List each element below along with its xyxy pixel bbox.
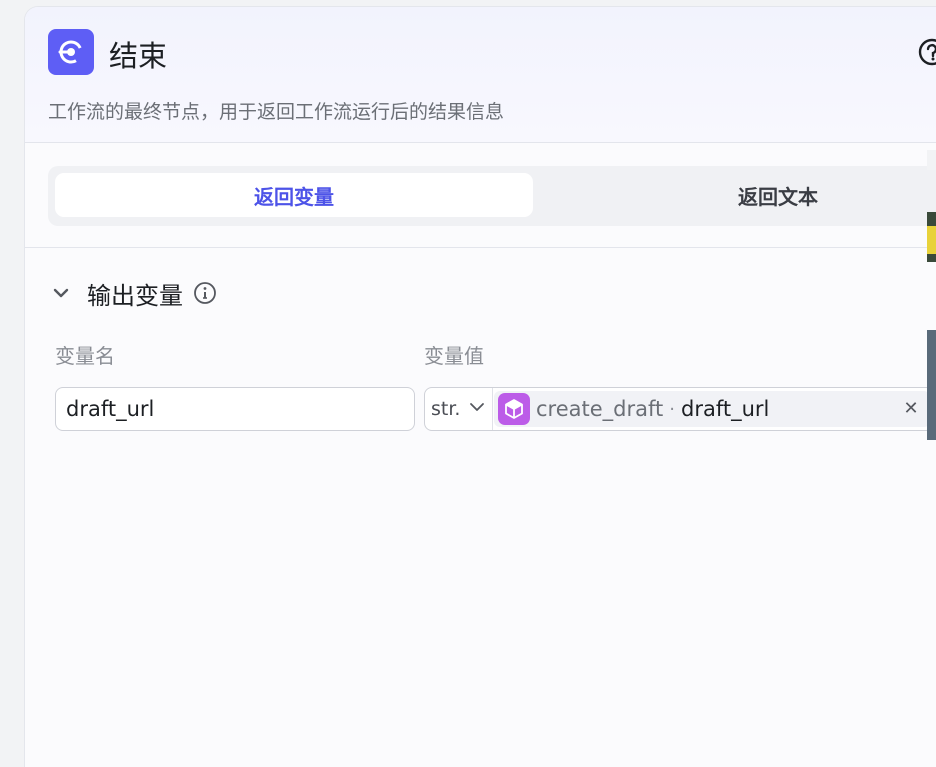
tab-return-variables[interactable]: 返回变量: [55, 173, 533, 217]
variable-name-input[interactable]: draft_url: [55, 387, 415, 431]
page-title: 结束: [109, 39, 168, 73]
output-section-header[interactable]: 输出变量: [49, 275, 217, 311]
end-node-icon: [48, 29, 94, 75]
question-icon[interactable]: [917, 37, 936, 71]
tab-return-text[interactable]: 返回文本: [538, 173, 936, 217]
col-label-value: 变量值: [424, 344, 484, 368]
reference-node-name: create_draft: [536, 397, 664, 421]
end-node-panel: 结束 工作流的最终节点，用于返回工作流运行后的结果信息 返回变量 返回文本 输出…: [24, 6, 936, 767]
reference-separator: ·: [669, 398, 675, 420]
panel-header: 结束 工作流的最终节点，用于返回工作流运行后的结果信息: [25, 7, 936, 143]
variable-reference-tag[interactable]: create_draft · draft_url ✕: [494, 391, 930, 427]
output-section-title: 输出变量: [87, 281, 183, 310]
node-description: 工作流的最终节点，用于返回工作流运行后的结果信息: [48, 101, 505, 123]
col-label-name: 变量名: [55, 344, 115, 368]
canvas-edge: [927, 150, 936, 170]
section-divider: [25, 247, 936, 248]
info-icon[interactable]: [193, 281, 217, 305]
canvas-edge-node-accent: [927, 226, 936, 254]
chevron-down-icon: [468, 398, 486, 421]
chevron-down-icon[interactable]: [49, 281, 73, 305]
variable-value-field[interactable]: str. create_draft · draft_url ✕: [424, 387, 934, 431]
cube-icon: [498, 393, 530, 425]
close-icon[interactable]: ✕: [900, 397, 922, 419]
variable-type-select[interactable]: str.: [425, 388, 493, 430]
reference-variable-name: draft_url: [681, 397, 770, 421]
variable-type-label: str.: [431, 398, 461, 420]
return-mode-tabs: 返回变量 返回文本: [48, 166, 936, 226]
canvas-edge-node-2: [927, 330, 936, 440]
